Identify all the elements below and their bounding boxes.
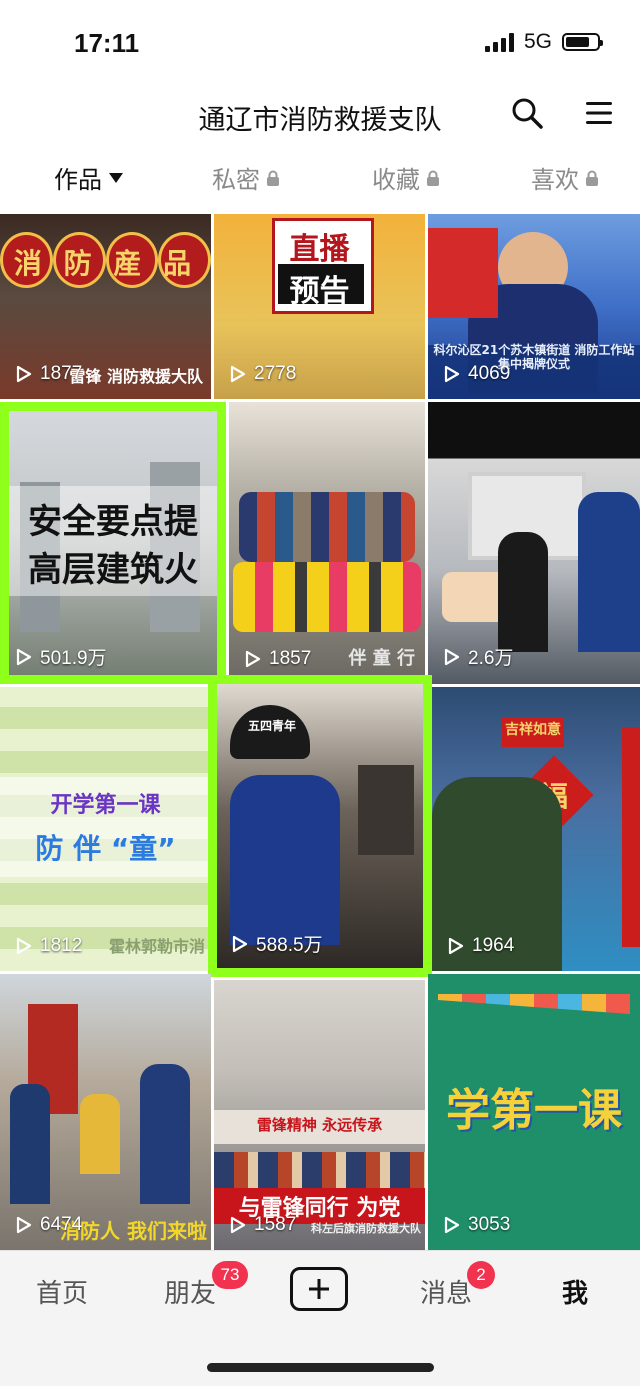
view-count: 1587 xyxy=(230,1214,296,1236)
view-count: 6474 xyxy=(16,1214,82,1236)
nav-home[interactable]: 首页 xyxy=(36,1273,88,1310)
video-thumbnail[interactable]: 吉祥如意 福 1964 xyxy=(432,687,640,971)
menu-icon[interactable] xyxy=(584,98,614,128)
network-label: 5G xyxy=(523,30,552,53)
messages-badge: 2 xyxy=(467,1261,495,1289)
lock-icon xyxy=(427,170,439,186)
play-icon xyxy=(444,365,460,383)
header: 通辽市消防救援支队 xyxy=(0,84,640,148)
view-count: 501.9万 xyxy=(16,643,107,670)
status-bar: 17:11 5G xyxy=(0,0,640,84)
play-icon xyxy=(230,365,246,383)
video-thumbnail[interactable]: 消防人 我们来啦 6474 xyxy=(0,974,211,1250)
tab-works[interactable]: 作品 xyxy=(54,160,124,195)
view-count: 3053 xyxy=(444,1214,510,1236)
thumbnail-text: 消 防 産 品 xyxy=(13,247,198,280)
signal-icon xyxy=(484,32,514,52)
play-icon xyxy=(16,937,32,955)
tab-favorites[interactable]: 收藏 xyxy=(372,160,440,195)
thumbnail-text: 高层建筑火 xyxy=(28,550,198,590)
nav-messages[interactable]: 消息 xyxy=(420,1273,472,1310)
video-thumbnail[interactable]: 学第一课 3053 xyxy=(428,974,640,1250)
battery-icon xyxy=(562,33,603,51)
view-count: 1857 xyxy=(245,648,311,670)
view-count: 2778 xyxy=(230,363,296,385)
play-icon xyxy=(245,650,261,668)
view-count: 1964 xyxy=(448,935,514,957)
friends-badge: 73 xyxy=(212,1261,248,1289)
view-count: 1812 xyxy=(16,935,82,957)
thumbnail-text: 直播 xyxy=(289,232,350,267)
video-thumbnail[interactable]: 五四青年 588.5万 xyxy=(208,675,432,977)
helmet-text: 五四青年 xyxy=(247,719,296,733)
play-icon xyxy=(16,1216,32,1234)
thumbnail-art xyxy=(438,994,630,1014)
thumbnail-banner: 雷锋精神 永远传承 xyxy=(256,1116,383,1134)
video-thumbnail[interactable]: 2.6万 xyxy=(428,402,640,684)
video-thumbnail[interactable]: 科尔沁区21个苏木镇街道 消防工作站集中揭牌仪式 4069 xyxy=(428,214,640,399)
video-thumbnail[interactable]: 安全要点提 高层建筑火 501.9万 xyxy=(0,402,226,684)
nav-friends[interactable]: 朋友 xyxy=(164,1273,216,1310)
view-count: 588.5万 xyxy=(232,930,323,957)
video-thumbnail[interactable]: 伴 童 行 1857 xyxy=(229,402,425,684)
thumbnail-art xyxy=(239,492,415,562)
play-icon xyxy=(16,365,32,383)
play-icon xyxy=(232,935,248,952)
home-indicator xyxy=(207,1363,434,1372)
thumbnail-text: 预告 xyxy=(289,274,350,309)
thumbnail-text: 学第一课 xyxy=(446,1085,622,1136)
video-grid: 消 防 産 品 雷锋 消防救援大队 1877 直播 预告 2778 科尔沁区21… xyxy=(0,214,640,1250)
search-icon[interactable] xyxy=(510,96,544,130)
play-icon xyxy=(448,937,464,955)
tab-private[interactable]: 私密 xyxy=(212,160,280,195)
video-thumbnail[interactable]: 开学第一课 防 伴 “童” 霍林郭勒市消 1812 xyxy=(0,687,211,971)
page-title: 通辽市消防救援支队 xyxy=(198,105,442,136)
thumbnail-text: 防 伴 “童” xyxy=(35,832,176,865)
video-thumbnail[interactable]: 直播 预告 2778 xyxy=(214,214,425,399)
play-icon xyxy=(16,648,32,665)
status-time: 17:11 xyxy=(74,28,140,58)
thumbnail-sign: 吉祥如意 xyxy=(505,722,561,738)
profile-tabs: 作品 私密 收藏 喜欢 xyxy=(0,160,640,208)
video-thumbnail[interactable]: 雷锋精神 永远传承 与雷锋同行 为党 科左后旗消防救援大队 1587 xyxy=(214,980,425,1250)
nav-me[interactable]: 我 xyxy=(562,1273,588,1310)
play-icon xyxy=(444,648,460,665)
thumbnail-text: 安全要点提 xyxy=(28,502,198,542)
thumbnail-text: 开学第一课 xyxy=(50,793,161,818)
tab-likes[interactable]: 喜欢 xyxy=(531,160,599,195)
play-icon xyxy=(444,1216,460,1234)
caret-down-icon xyxy=(109,172,123,183)
view-count: 2.6万 xyxy=(444,643,513,670)
video-thumbnail[interactable]: 消 防 産 品 雷锋 消防救援大队 1877 xyxy=(0,214,211,399)
view-count: 4069 xyxy=(444,363,510,385)
create-button[interactable] xyxy=(290,1267,348,1311)
lock-icon xyxy=(586,170,598,186)
play-icon xyxy=(230,1216,246,1234)
view-count: 1877 xyxy=(16,363,82,385)
lock-icon xyxy=(267,170,279,186)
